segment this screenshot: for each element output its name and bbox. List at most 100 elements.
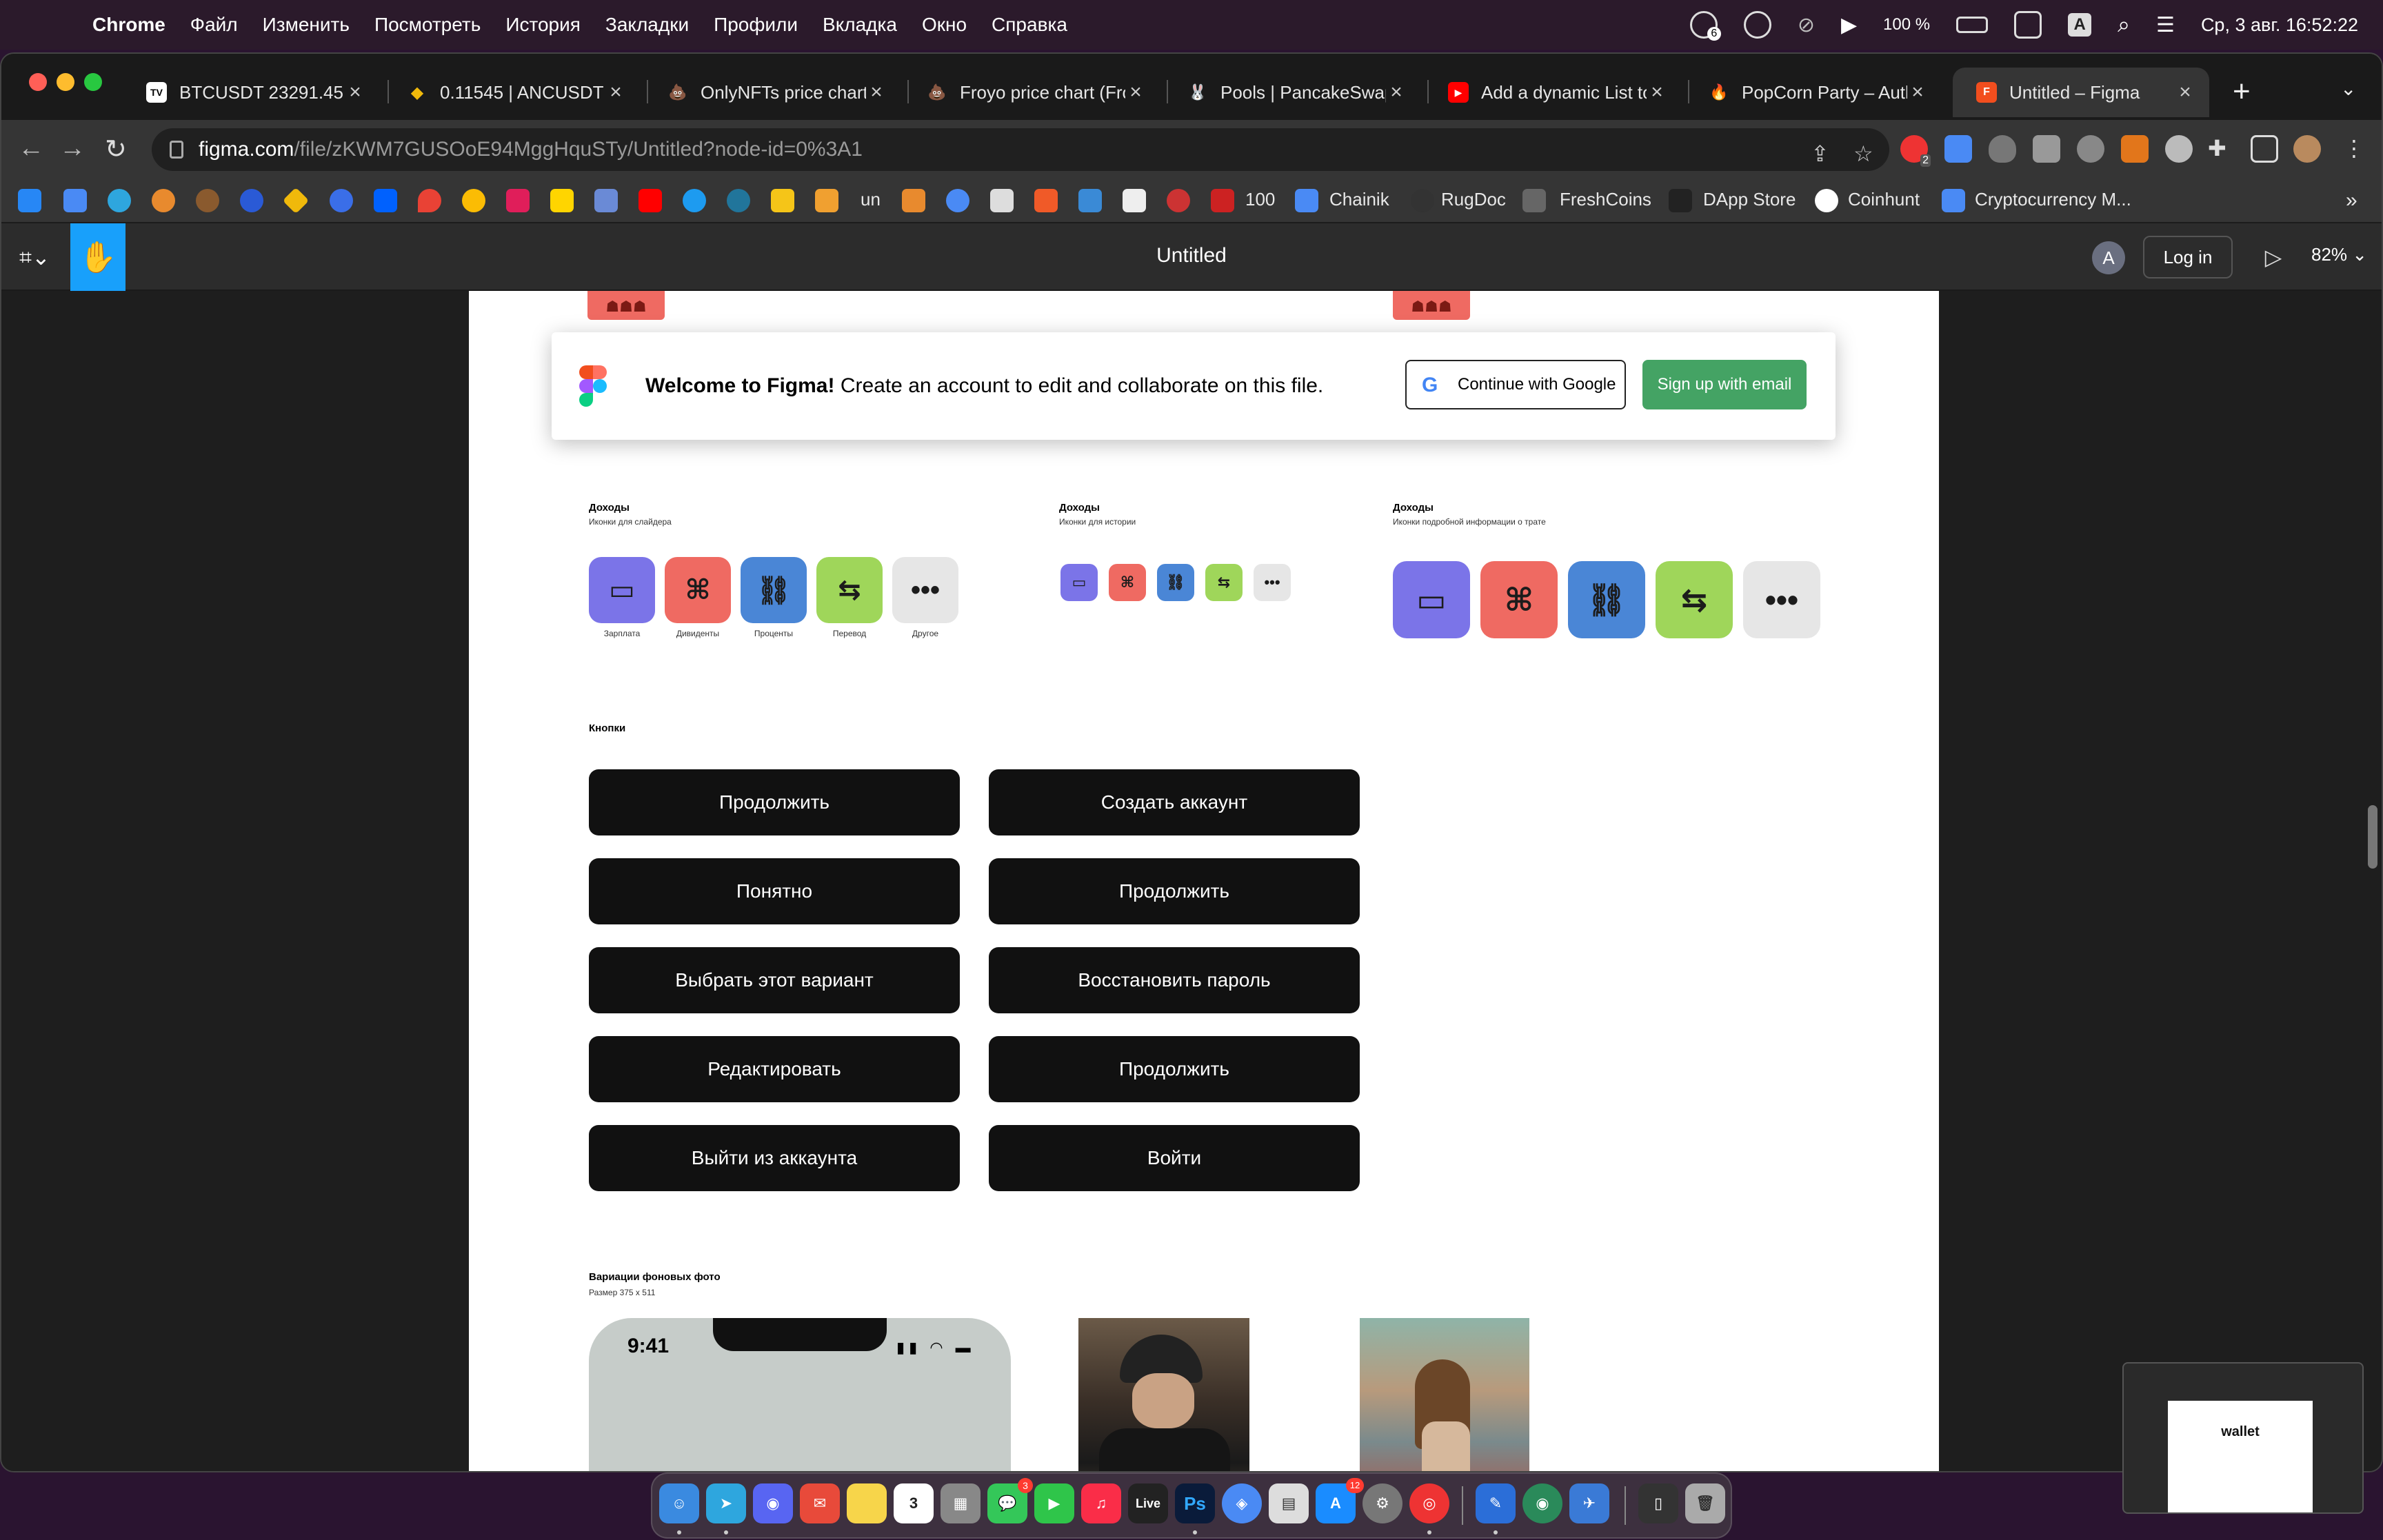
tab-close-icon[interactable]: × [2175, 81, 2195, 104]
bookmark-freshcoins[interactable]: FreshCoins [1560, 189, 1651, 210]
youtube-icon[interactable] [639, 189, 662, 212]
bookmark-cryptocurrency[interactable]: Cryptocurrency M... [1975, 189, 2131, 210]
translate-extension-icon[interactable] [1944, 135, 1972, 163]
dropbox-icon[interactable] [374, 189, 397, 212]
menu-help[interactable]: Справка [992, 14, 1067, 36]
tab-onlynfts[interactable]: 💩 OnlyNFTs price chart × [644, 68, 901, 117]
bookmark-chart-icon[interactable] [990, 189, 1014, 212]
dapp-store-icon[interactable] [1669, 189, 1692, 212]
canvas-scrollbar[interactable] [2368, 805, 2377, 869]
screenshot-thumbnail[interactable]: wallet [2122, 1362, 2364, 1514]
chrome-icon[interactable]: ◎ [1409, 1483, 1449, 1523]
menu-view[interactable]: Посмотреть [374, 14, 481, 36]
creative-cloud-icon[interactable] [1743, 11, 1771, 39]
url-text[interactable]: figma.com/file/zKWM7GUSOoE94MggHquSTy/Un… [199, 138, 863, 161]
back-arrow-icon[interactable]: ← [18, 134, 44, 163]
bookmark-bars-icon[interactable] [815, 189, 838, 212]
trash-icon[interactable]: 🗑 [1685, 1483, 1725, 1523]
bookmark-chainik[interactable]: Chainik [1329, 189, 1389, 210]
bookmark-clock-icon[interactable] [1123, 189, 1146, 212]
restore-password-button[interactable]: Восстановить пароль [989, 947, 1360, 1013]
telegram-icon[interactable] [108, 189, 131, 212]
bookmark-drive-icon[interactable] [946, 189, 969, 212]
bookmark-100[interactable]: 100 [1245, 189, 1275, 210]
shield-extension-icon[interactable] [1989, 135, 2016, 163]
bookmark-x-icon[interactable] [1078, 189, 1102, 212]
menu-bookmarks[interactable]: Закладки [605, 14, 689, 36]
poocoin-icon[interactable] [196, 189, 219, 212]
continue-with-google-button[interactable]: G Continue with Google [1405, 360, 1626, 409]
bookmark-red-icon[interactable] [1167, 189, 1190, 212]
menu-tab[interactable]: Вкладка [823, 14, 897, 36]
tab-close-icon[interactable]: × [866, 81, 887, 104]
tab-figma-active[interactable]: F Untitled – Figma × [1953, 68, 2209, 117]
xcode-icon[interactable]: ✎ [1476, 1483, 1516, 1523]
wordpress-icon[interactable] [727, 189, 750, 212]
freshcoins-icon[interactable] [1522, 189, 1546, 212]
bookmark-circle-icon[interactable] [240, 189, 263, 212]
notes-icon[interactable] [847, 1483, 887, 1523]
iphone-mirroring-icon[interactable]: ▯ [1638, 1483, 1678, 1523]
vk-icon[interactable] [18, 189, 41, 212]
reload-icon[interactable]: ↻ [105, 134, 127, 165]
bookmark-rugdoc[interactable]: RugDoc [1441, 189, 1506, 210]
bookmark-smile-icon[interactable] [771, 189, 794, 212]
chainik-link-icon[interactable] [1295, 189, 1318, 212]
file-title[interactable]: Untitled [1, 244, 2382, 267]
bookmark-100-icon[interactable] [1211, 189, 1234, 212]
discord-icon[interactable]: ◉ [753, 1483, 793, 1523]
zoom-window-button[interactable] [84, 73, 102, 91]
coinhunt-icon[interactable] [1815, 189, 1838, 212]
rugdoc-icon[interactable] [1411, 189, 1434, 212]
chevron-down-icon[interactable]: ⌄ [2340, 77, 2361, 99]
cryptocurrency-icon[interactable] [1942, 189, 1965, 212]
bookmark-star-icon[interactable]: ☆ [1853, 141, 1873, 167]
bookmark-coinhunt[interactable]: Coinhunt [1848, 189, 1920, 210]
edit-button[interactable]: Редактировать [589, 1036, 960, 1102]
understood-button[interactable]: Понятно [589, 858, 960, 924]
metamask-icon[interactable] [2121, 135, 2149, 163]
telegram-icon[interactable]: ➤ [706, 1483, 746, 1523]
tab-ancusdt[interactable]: ◆ 0.11545 | ANCUSDT × [383, 68, 640, 117]
address-bar[interactable]: figma.com/file/zKWM7GUSOoE94MggHquSTy/Un… [152, 128, 1889, 171]
vpn-globe-icon[interactable]: ◉ [1522, 1483, 1562, 1523]
apple-menu-icon[interactable] [28, 11, 51, 39]
bookmark-wave-icon[interactable] [330, 189, 353, 212]
binance-icon[interactable] [282, 187, 310, 214]
notification-center-icon[interactable]: 6 [1689, 11, 1721, 41]
play-status-icon[interactable]: ▶ [1841, 13, 1857, 37]
menu-app-chrome[interactable]: Chrome [92, 14, 165, 36]
menu-file[interactable]: Файл [190, 14, 238, 36]
continue-button[interactable]: Продолжить [989, 858, 1360, 924]
ableton-live-icon[interactable]: Live [1128, 1483, 1168, 1523]
mail-icon[interactable]: ✉ [800, 1483, 840, 1523]
create-account-button[interactable]: Создать аккаунт [989, 769, 1360, 835]
lock-icon[interactable] [170, 141, 183, 159]
translate-icon[interactable] [63, 189, 87, 212]
airplay-icon[interactable] [2014, 11, 2042, 39]
tab-close-icon[interactable]: × [1125, 81, 1146, 104]
tab-froyo[interactable]: 💩 Froyo price chart (Fro × [903, 68, 1160, 117]
kebab-menu-icon[interactable]: ⋮ [2340, 135, 2368, 163]
choose-option-button[interactable]: Выбрать этот вариант [589, 947, 960, 1013]
slack-icon[interactable] [506, 189, 530, 212]
calculator-icon[interactable]: ▦ [941, 1483, 981, 1523]
system-preferences-icon[interactable]: ⚙ [1363, 1483, 1402, 1523]
robot-extension-icon[interactable] [2165, 135, 2193, 163]
puzzle-extensions-icon[interactable]: ✚ [2208, 135, 2235, 163]
tab-popcorn[interactable]: 🔥 PopCorn Party – Auth × [1685, 68, 1942, 117]
menu-edit[interactable]: Изменить [263, 14, 350, 36]
sign-up-email-button[interactable]: Sign up with email [1642, 360, 1807, 409]
zoom-dropdown[interactable]: 82% ⌄ [2311, 244, 2367, 265]
new-tab-button[interactable]: + [2233, 74, 2251, 109]
adblock-extension-icon[interactable]: 2 [1900, 135, 1931, 167]
photoshop-icon[interactable]: Ps [1175, 1483, 1215, 1523]
calendar-icon[interactable]: 3 [894, 1483, 934, 1523]
menu-profiles[interactable]: Профили [714, 14, 798, 36]
tab-youtube[interactable]: ▶ Add a dynamic List to × [1425, 68, 1681, 117]
bookmark-dapp-store[interactable]: DApp Store [1703, 189, 1796, 210]
bookmark-flag-icon[interactable] [550, 189, 574, 212]
bookmark-cat-icon[interactable] [902, 189, 925, 212]
profile-avatar[interactable] [2293, 135, 2321, 163]
login-button[interactable]: Войти [989, 1125, 1360, 1191]
